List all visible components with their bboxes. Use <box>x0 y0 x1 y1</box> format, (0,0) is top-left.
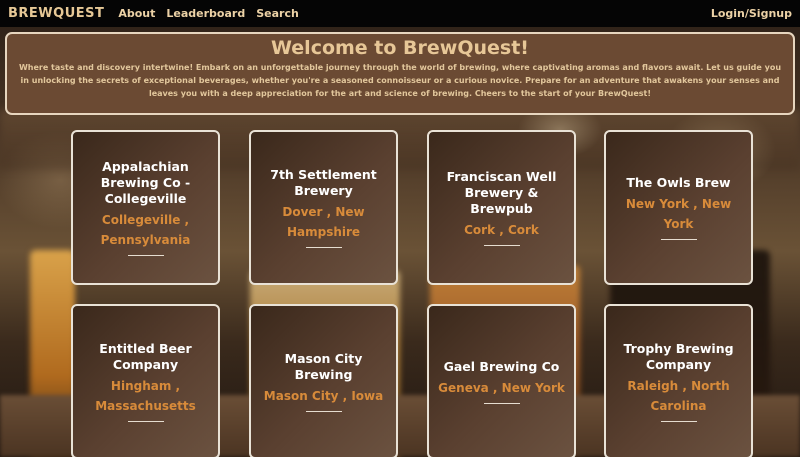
brewery-card[interactable]: Franciscan Well Brewery & Brewpub Cork ,… <box>427 130 576 285</box>
brewery-name: Trophy Brewing Company <box>623 341 734 372</box>
brewery-name: Mason City Brewing <box>284 351 363 382</box>
nav-link-search[interactable]: Search <box>256 7 299 20</box>
brewery-name: The Owls Brew <box>626 175 731 190</box>
brewery-location: Collegeville , Pennsylvania <box>100 213 191 247</box>
brewery-name: Appalachian Brewing Co - Collegeville <box>100 159 191 206</box>
divider <box>127 255 164 256</box>
brewery-location: Geneva , New York <box>438 381 565 395</box>
brewery-name: Franciscan Well Brewery & Brewpub <box>446 169 557 216</box>
brewery-location: Hingham , Massachusetts <box>95 379 196 413</box>
brewery-card[interactable]: 7th Settlement Brewery Dover , New Hamps… <box>249 130 398 285</box>
login-signup-link[interactable]: Login/Signup <box>711 7 792 20</box>
divider <box>127 421 164 422</box>
welcome-panel: Welcome to BrewQuest! Where taste and di… <box>5 32 795 115</box>
brewery-location: Cork , Cork <box>464 223 539 237</box>
welcome-title: Welcome to BrewQuest! <box>271 37 529 59</box>
brewery-card[interactable]: Appalachian Brewing Co - Collegeville Co… <box>71 130 220 285</box>
brewery-name: Entitled Beer Company <box>99 341 192 372</box>
brewery-name: 7th Settlement Brewery <box>270 167 377 198</box>
brewery-location: Raleigh , North Carolina <box>627 379 730 413</box>
divider <box>660 239 697 240</box>
brewery-card[interactable]: Trophy Brewing Company Raleigh , North C… <box>604 304 753 457</box>
nav-link-leaderboard[interactable]: Leaderboard <box>166 7 245 20</box>
brewery-name: Gael Brewing Co <box>443 359 560 374</box>
brewery-card[interactable]: Mason City Brewing Mason City , Iowa <box>249 304 398 457</box>
divider <box>305 247 342 248</box>
welcome-text: Where taste and discovery intertwine! Em… <box>18 63 782 98</box>
divider <box>483 403 520 404</box>
brewery-location: Dover , New Hampshire <box>282 205 365 239</box>
brewery-card[interactable]: Gael Brewing Co Geneva , New York <box>427 304 576 457</box>
nav-link-about[interactable]: About <box>118 7 155 20</box>
brand-logo[interactable]: BREWQUEST <box>8 6 104 21</box>
divider <box>305 411 342 412</box>
brewery-card[interactable]: Entitled Beer Company Hingham , Massachu… <box>71 304 220 457</box>
top-nav: BREWQUEST About Leaderboard Search Login… <box>0 0 800 27</box>
brewery-location: New York , New York <box>625 197 732 231</box>
brewery-location: Mason City , Iowa <box>263 389 384 403</box>
brewery-card[interactable]: The Owls Brew New York , New York <box>604 130 753 285</box>
divider <box>483 245 520 246</box>
divider <box>660 421 697 422</box>
